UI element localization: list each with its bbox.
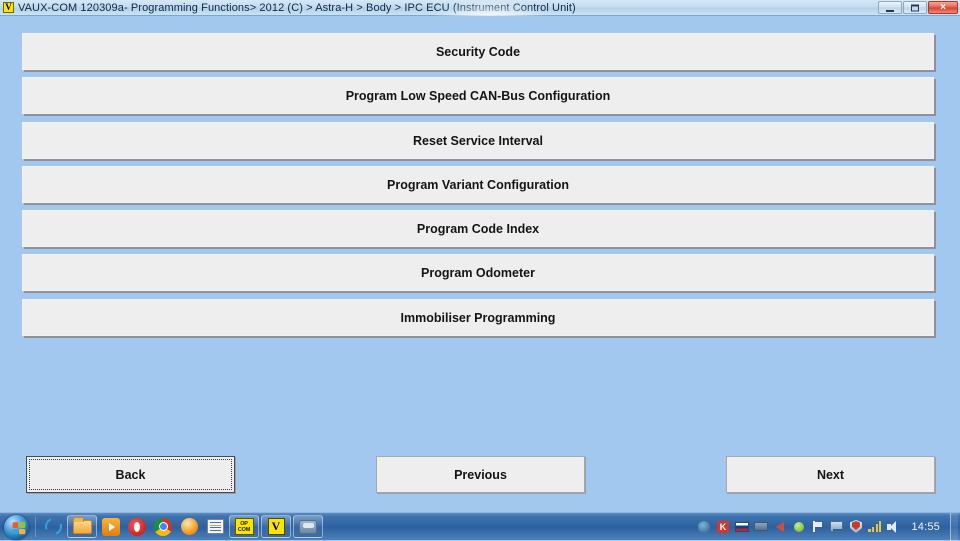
green-status-tray-icon[interactable] [791, 519, 806, 534]
taskbar-separator [35, 517, 36, 537]
network-tray-icon[interactable] [829, 519, 844, 534]
menu-item-program-code-index[interactable]: Program Code Index [22, 210, 934, 247]
file-explorer-icon[interactable] [67, 515, 97, 538]
orange-ball-icon[interactable] [177, 515, 201, 539]
chrome-browser-icon[interactable] [151, 515, 175, 539]
window-controls: × [878, 1, 958, 14]
back-button[interactable]: Back [26, 456, 235, 493]
close-button[interactable]: × [928, 1, 958, 14]
minimize-button[interactable] [878, 1, 902, 14]
programming-functions-panel: Security Code Program Low Speed CAN-Bus … [0, 17, 960, 512]
vauxcom-v-icon: V [3, 2, 14, 13]
previous-button-label: Previous [454, 468, 507, 482]
opera-tray-icon[interactable] [696, 519, 711, 534]
opcom-app-icon[interactable]: OP COM [229, 515, 259, 538]
system-tray: K 14:55 [694, 513, 960, 541]
kaspersky-tray-icon[interactable]: K [715, 519, 730, 534]
menu-item-immobiliser-programming[interactable]: Immobiliser Programming [22, 299, 934, 336]
signal-strength-tray-icon[interactable] [867, 519, 882, 534]
minimize-icon [886, 10, 894, 12]
action-center-flag-icon[interactable] [810, 519, 825, 534]
maximize-button[interactable] [903, 1, 927, 14]
show-desktop-button[interactable] [950, 513, 958, 541]
menu-item-security-code[interactable]: Security Code [22, 33, 934, 70]
volume-tray-icon[interactable] [886, 519, 901, 534]
list-document-icon[interactable] [203, 515, 227, 539]
internet-explorer-icon[interactable] [41, 515, 65, 539]
taskbar-clock[interactable]: 14:55 [911, 521, 940, 533]
opera-browser-icon[interactable] [125, 515, 149, 539]
russian-keyboard-layout-icon[interactable] [734, 519, 749, 534]
car-diagnostics-app-icon[interactable] [293, 515, 323, 538]
previous-button[interactable]: Previous [376, 456, 585, 493]
menu-item-reset-service-interval[interactable]: Reset Service Interval [22, 122, 934, 159]
menu-item-program-low-speed-can-bus-configuration[interactable]: Program Low Speed CAN-Bus Configuration [22, 77, 934, 114]
next-button-label: Next [817, 468, 844, 482]
maximize-icon [911, 4, 919, 11]
window-titlebar: V VAUX-COM 120309a- Programming Function… [0, 0, 960, 16]
vauxcom-app-icon[interactable]: V [261, 515, 291, 538]
next-button[interactable]: Next [726, 456, 935, 493]
focus-ring [29, 459, 232, 490]
menu-item-program-odometer[interactable]: Program Odometer [22, 254, 934, 291]
media-player-icon[interactable] [99, 515, 123, 539]
windows-taskbar: OP COM V K 14:55 [0, 512, 960, 540]
start-orb-icon[interactable] [2, 514, 32, 540]
sound-muted-tray-icon[interactable] [772, 519, 787, 534]
close-icon: × [940, 3, 946, 13]
security-shield-tray-icon[interactable] [848, 519, 863, 534]
window-title: VAUX-COM 120309a- Programming Functions>… [18, 2, 576, 14]
menu-item-program-variant-configuration[interactable]: Program Variant Configuration [22, 166, 934, 203]
usb-device-tray-icon[interactable] [753, 519, 768, 534]
